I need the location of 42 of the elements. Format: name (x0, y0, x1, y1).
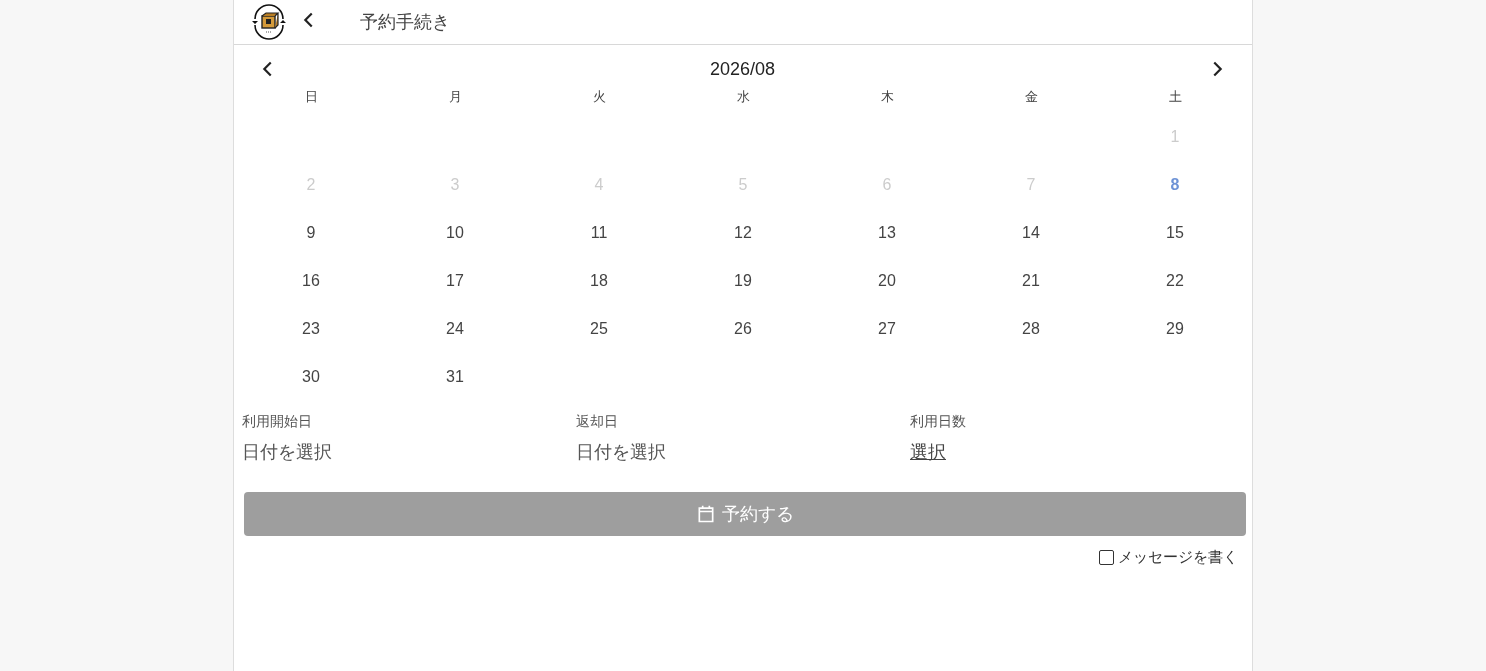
calendar-day[interactable]: 15 (1160, 209, 1190, 257)
weekday-label: 日 (303, 88, 319, 106)
calendar-day[interactable]: 11 (584, 209, 614, 257)
field-label: 利用開始日 (242, 413, 313, 431)
calendar-day[interactable]: 26 (728, 305, 758, 353)
page-title: 予約手続き (360, 11, 450, 34)
calendar-day[interactable]: 18 (584, 257, 614, 305)
calendar-day[interactable]: 20 (872, 257, 902, 305)
calendar-day[interactable]: 25 (584, 305, 614, 353)
calendar-day[interactable]: 17 (440, 257, 470, 305)
date-picker-field[interactable]: 日付を選択 (242, 440, 332, 464)
weekday-label: 火 (591, 88, 607, 106)
calendar-day[interactable]: 10 (440, 209, 470, 257)
calendar-day[interactable]: 24 (440, 305, 470, 353)
calendar-day[interactable]: 28 (1016, 305, 1046, 353)
weekday-label: 木 (879, 88, 895, 106)
message-checkbox[interactable]: メッセージを書く (1099, 548, 1238, 567)
calendar-day[interactable]: 22 (1160, 257, 1190, 305)
weekday-label: 金 (1023, 88, 1039, 106)
calendar-day[interactable]: 19 (728, 257, 758, 305)
field-label: 利用日数 (910, 413, 967, 431)
calendar-day[interactable]: 23 (296, 305, 326, 353)
box-logo-icon (250, 3, 288, 41)
calendar-day[interactable]: 16 (296, 257, 326, 305)
checkbox[interactable] (1099, 550, 1114, 565)
calendar-day[interactable]: 12 (728, 209, 758, 257)
select-link[interactable]: 選択 (910, 440, 946, 464)
weekday-label: 水 (735, 88, 751, 106)
weekday-label: 土 (1167, 88, 1183, 106)
calendar-day[interactable]: 13 (872, 209, 902, 257)
date-picker-field[interactable]: 日付を選択 (576, 440, 666, 464)
calendar-icon (696, 504, 716, 524)
calendar-day[interactable]: 9 (300, 209, 322, 257)
calendar-day[interactable]: 14 (1016, 209, 1046, 257)
field-label: 返却日 (576, 413, 619, 431)
month-label: 2026/08 (709, 58, 776, 80)
calendar-day[interactable]: 31 (440, 353, 470, 401)
weekday-label: 月 (447, 88, 463, 106)
calendar-day[interactable]: 29 (1160, 305, 1190, 353)
calendar-day[interactable]: 30 (296, 353, 326, 401)
calendar-day[interactable]: 21 (1016, 257, 1046, 305)
calendar-day[interactable]: 27 (872, 305, 902, 353)
